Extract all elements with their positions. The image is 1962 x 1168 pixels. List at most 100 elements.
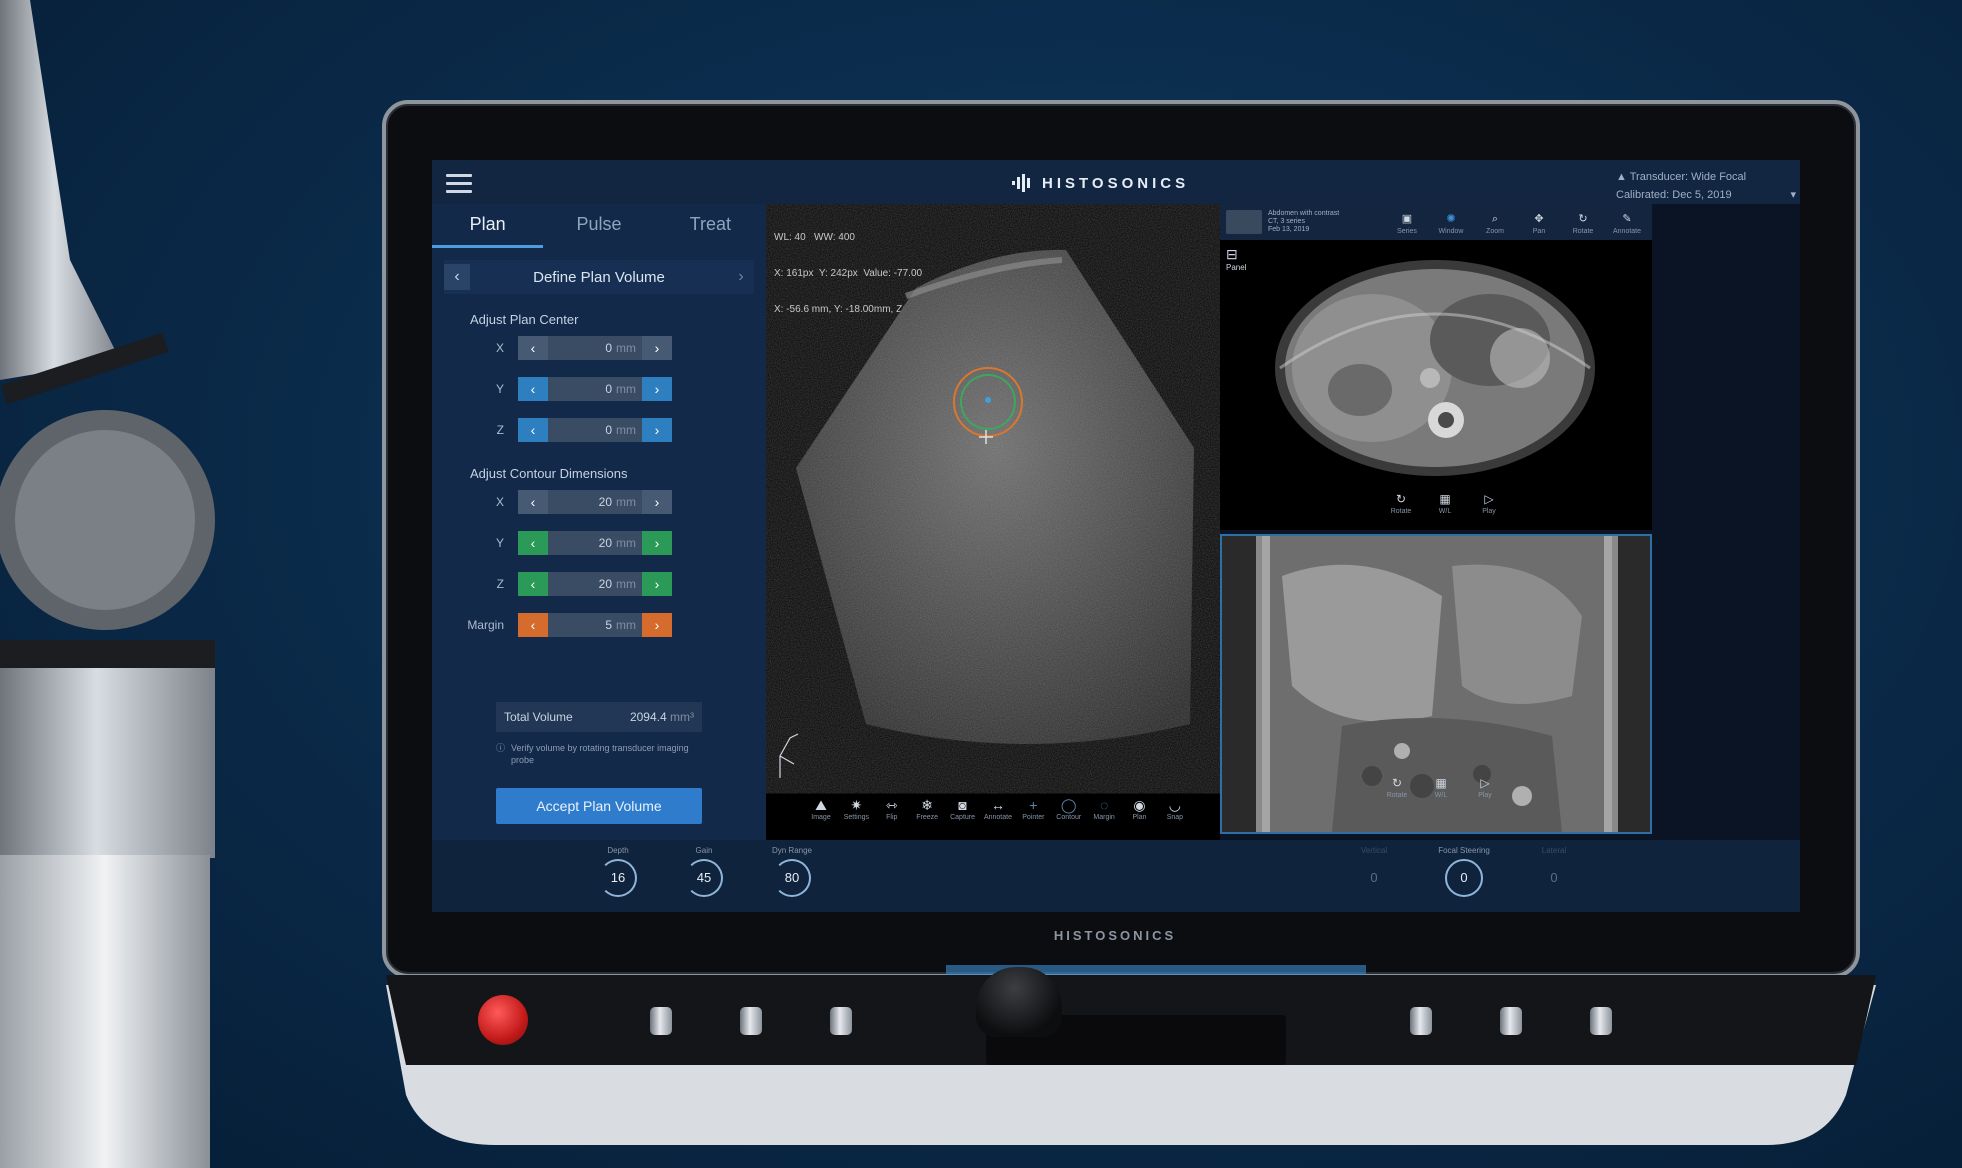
decrement-button[interactable]: ‹ (518, 613, 548, 637)
play-button[interactable]: ▷ Play (1474, 490, 1504, 515)
zoom-tool-button[interactable]: ⌕ Zoom (1480, 210, 1510, 235)
unit-text: mm (616, 577, 636, 591)
decrement-button[interactable]: ‹ (518, 377, 548, 401)
value-text: 0 (605, 341, 612, 355)
rotate-icon: ↻ (1391, 776, 1403, 790)
value-field[interactable]: 20 mm (548, 531, 642, 555)
panel-toggle[interactable]: ⊟ Panel (1226, 246, 1246, 272)
menu-icon[interactable] (446, 174, 472, 193)
value-field[interactable]: 0 mm (548, 377, 642, 401)
value-field[interactable]: 0 mm (548, 418, 642, 442)
pan-icon: ✥ (1534, 212, 1544, 225)
emergency-stop-button[interactable] (478, 995, 528, 1045)
value-field[interactable]: 0 mm (548, 336, 642, 360)
settings-tool-button[interactable]: ✷ Settings (841, 796, 871, 834)
unit-text: mm (616, 495, 636, 509)
plan-center-z-row: Z ‹ 0 mm › (432, 416, 672, 444)
transducer-status: ▲ Transducer: Wide Focal Calibrated: Dec… (1616, 168, 1796, 204)
total-volume-label: Total Volume (504, 710, 573, 724)
accept-plan-volume-button[interactable]: Accept Plan Volume (496, 788, 702, 824)
increment-button[interactable]: › (642, 490, 672, 514)
tool-label: Image (811, 814, 831, 821)
window-level-button[interactable]: ▦ W/L (1430, 490, 1460, 515)
window-level-button[interactable]: ▦ W/L (1426, 774, 1456, 799)
decrement-button[interactable]: ‹ (518, 572, 548, 596)
capture-tool-button[interactable]: ◙ Capture (948, 796, 978, 834)
crosshair-icon: + (1029, 797, 1038, 813)
verify-text: Verify volume by rotating transducer ima… (511, 743, 689, 765)
panel-label: Panel (1226, 263, 1247, 272)
console-knob[interactable] (740, 1007, 762, 1035)
lateral-dial[interactable]: Lateral 0 (1524, 846, 1584, 897)
gain-dial[interactable]: Gain 45 (674, 846, 734, 897)
ct-axial-view[interactable]: ⊟ Panel ↻ Rotate ▦ W/L ▷ Play (1220, 240, 1652, 530)
freeze-tool-button[interactable]: ❄ Freeze (912, 796, 942, 834)
series-detail: CT, 3 series (1268, 218, 1305, 225)
snap-tool-button[interactable]: ◡ Snap (1160, 796, 1190, 834)
decrement-button[interactable]: ‹ (518, 418, 548, 442)
increment-button[interactable]: › (642, 572, 672, 596)
next-step-button[interactable]: › (728, 264, 754, 290)
mode-tabs: Plan Pulse Treat (432, 204, 766, 248)
ct-axial-image (1275, 260, 1595, 476)
tab-treat[interactable]: Treat (655, 204, 766, 248)
ultrasound-view[interactable]: WL: 40 WW: 400 X: 161px Y: 242px Value: … (766, 204, 1220, 840)
increment-button[interactable]: › (642, 336, 672, 360)
tab-plan[interactable]: Plan (432, 204, 544, 248)
series-selector[interactable]: Abdomen with contrast CT, 3 series Feb 1… (1268, 210, 1378, 234)
tool-label: Zoom (1486, 227, 1504, 235)
series-date: Feb 13, 2019 (1268, 226, 1310, 233)
plan-center-z-stepper: ‹ 0 mm › (518, 418, 672, 442)
console-knob[interactable] (1590, 1007, 1612, 1035)
rotate-tool-button[interactable]: ↻ Rotate (1568, 210, 1598, 235)
snowflake-icon: ❄ (921, 797, 934, 813)
plan-tool-button[interactable]: ◉ Plan (1125, 796, 1155, 834)
vertical-dial[interactable]: Vertical 0 (1344, 846, 1404, 897)
value-field[interactable]: 5 mm (548, 613, 642, 637)
pointer-tool-button[interactable]: + Pointer (1018, 796, 1048, 834)
dropdown-chevron-icon[interactable]: ▾ (1790, 186, 1796, 204)
value-text: 20 (598, 577, 612, 591)
ct-coronal-view[interactable]: ↻ Rotate ▦ W/L ▷ Play (1220, 534, 1652, 834)
console-knob[interactable] (650, 1007, 672, 1035)
rotate-button[interactable]: ↻ Rotate (1386, 490, 1416, 515)
flip-tool-button[interactable]: ⇿ Flip (877, 796, 907, 834)
margin-icon: ◌ (1099, 797, 1109, 813)
margin-tool-button[interactable]: ◌ Margin (1089, 796, 1119, 834)
pan-tool-button[interactable]: ✥ Pan (1524, 210, 1554, 235)
console-knob[interactable] (830, 1007, 852, 1035)
play-button[interactable]: ▷ Play (1470, 774, 1500, 799)
decrement-button[interactable]: ‹ (518, 531, 548, 555)
annotate-tool-button[interactable]: ↔ Annotate (983, 796, 1013, 834)
value-text: 0 (605, 423, 612, 437)
value-field[interactable]: 20 mm (548, 490, 642, 514)
series-tool-button[interactable]: ▣ Series (1392, 210, 1422, 235)
dial-label: Lateral (1541, 846, 1567, 855)
decrement-button[interactable]: ‹ (518, 490, 548, 514)
dyn-range-dial[interactable]: Dyn Range 80 (762, 846, 822, 897)
prev-step-button[interactable]: ‹ (444, 264, 470, 290)
tool-label: Annotate (983, 814, 1012, 821)
series-thumbnail[interactable] (1226, 210, 1262, 234)
annotate-tool-button[interactable]: ✎ Annotate (1612, 210, 1642, 235)
tab-pulse[interactable]: Pulse (543, 204, 654, 248)
console-knob[interactable] (1500, 1007, 1522, 1035)
focal-steering-dial[interactable]: Focal Steering 0 (1434, 846, 1494, 897)
trackball-joystick[interactable] (976, 967, 1062, 1037)
bottom-control-bar: Depth 16 Gain 45 Dyn Range 80 Vertical 0… (432, 840, 1800, 912)
plan-center-controls: X ‹ 0 mm › Y ‹ 0 mm › Z ‹ 0 mm › (432, 334, 672, 444)
value-field[interactable]: 20 mm (548, 572, 642, 596)
increment-button[interactable]: › (642, 377, 672, 401)
image-tool-button[interactable]: ⛰ Image (806, 796, 836, 834)
console-knob[interactable] (1410, 1007, 1432, 1035)
window-tool-button[interactable]: ✺ Window (1436, 210, 1466, 235)
increment-button[interactable]: › (642, 531, 672, 555)
increment-button[interactable]: › (642, 613, 672, 637)
decrement-button[interactable]: ‹ (518, 336, 548, 360)
increment-button[interactable]: › (642, 418, 672, 442)
contour-tool-button[interactable]: ◯ Contour (1054, 796, 1084, 834)
tool-label: Series (1397, 227, 1417, 235)
depth-dial[interactable]: Depth 16 (588, 846, 648, 897)
tool-label: Settings (843, 814, 870, 821)
rotate-button[interactable]: ↻ Rotate (1382, 774, 1412, 799)
